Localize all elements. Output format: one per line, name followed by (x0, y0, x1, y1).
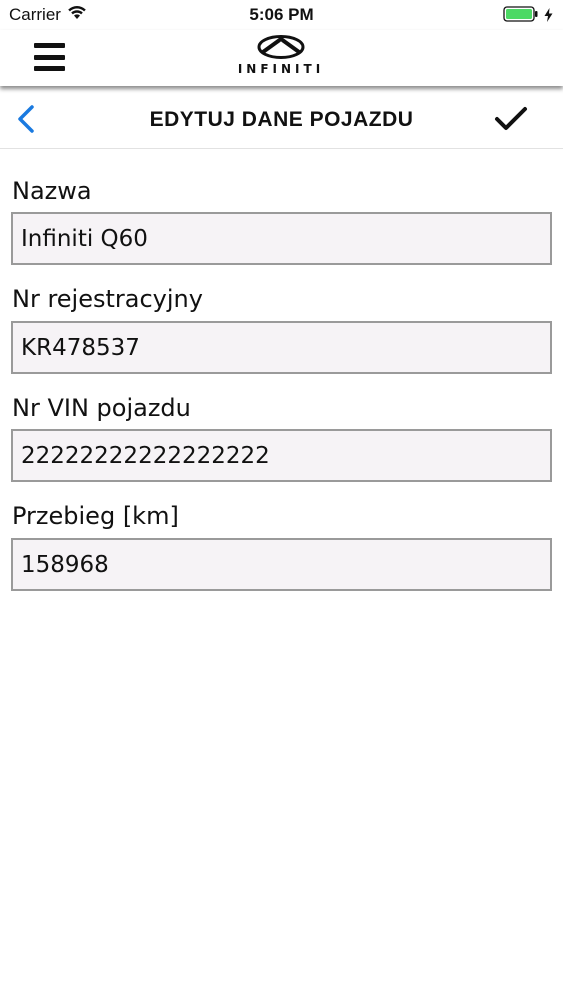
title-bar: EDYTUJ DANE POJAZDU (0, 90, 563, 149)
charging-bolt-icon (544, 7, 553, 27)
status-right (503, 6, 553, 27)
name-label: Nazwa (12, 177, 92, 205)
confirm-checkmark-icon[interactable] (494, 106, 528, 132)
infiniti-logo-icon (257, 35, 305, 59)
status-time: 5:06 PM (249, 5, 314, 24)
app-header: INFINITI (0, 30, 563, 86)
vin-input[interactable] (11, 429, 552, 482)
status-bar: Carrier 5:06 PM (0, 0, 563, 30)
mileage-label: Przebieg [km] (12, 502, 179, 530)
vin-label: Nr VIN pojazdu (12, 394, 191, 422)
hamburger-menu-icon[interactable] (34, 43, 65, 71)
screen: Carrier 5:06 PM INFINITI EDYTUJ DANE POJ… (0, 0, 563, 1000)
name-input[interactable] (11, 212, 552, 265)
registration-input[interactable] (11, 321, 552, 374)
brand-logo: INFINITI (233, 35, 329, 76)
registration-label: Nr rejestracyjny (12, 285, 203, 313)
page-title: EDYTUJ DANE POJAZDU (149, 108, 414, 131)
brand-wordmark: INFINITI (237, 62, 325, 76)
battery-icon (503, 6, 539, 27)
mileage-input[interactable] (11, 538, 552, 591)
